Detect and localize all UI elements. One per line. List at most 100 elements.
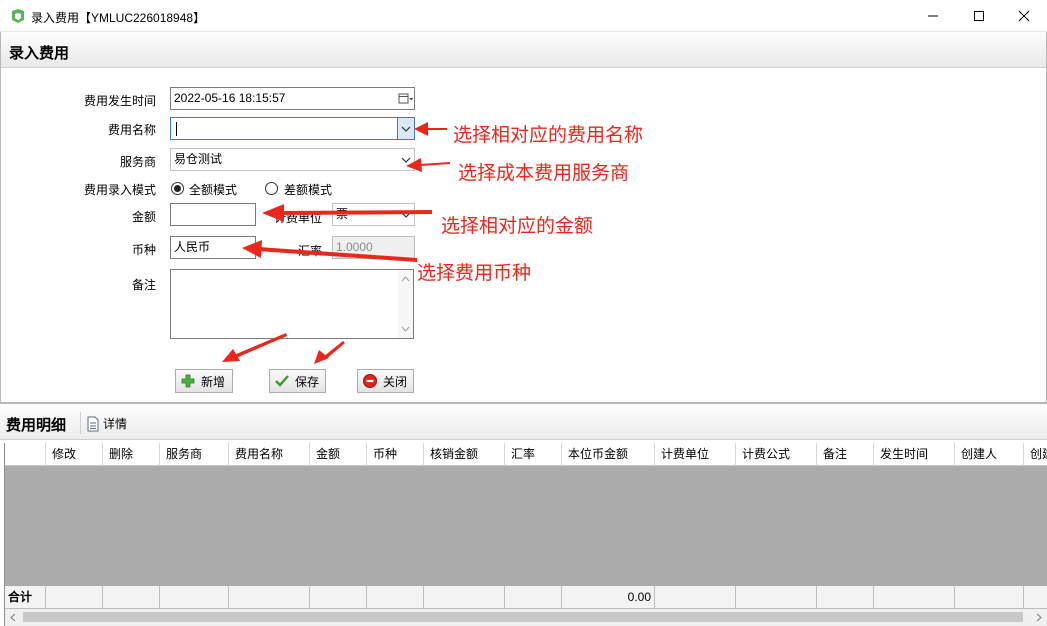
- footer-cell: [1024, 586, 1047, 609]
- column-header-currency[interactable]: 币种: [367, 443, 424, 466]
- footer-cell: [874, 586, 955, 609]
- currency-value: 人民币: [174, 240, 211, 254]
- close-window-button[interactable]: [1001, 0, 1047, 32]
- provider-combobox[interactable]: 易仓测试: [170, 148, 415, 171]
- close-button-label: 关闭: [383, 374, 408, 389]
- fee-name-dropdown-button[interactable]: [397, 118, 414, 139]
- annotation-fee-name: 选择相对应的费用名称: [453, 125, 644, 146]
- occur-time-picker[interactable]: 2022-05-16 18:15:57: [170, 87, 415, 110]
- column-header-indicator: [5, 443, 46, 466]
- annotation-provider: 选择成本费用服务商: [458, 163, 630, 184]
- occur-time-label: 费用发生时间: [83, 94, 156, 108]
- mode-diff-label: 差额模式: [284, 183, 333, 197]
- unit-label: 计费单位: [273, 211, 322, 225]
- amount-label: 金额: [131, 210, 156, 224]
- footer-cell: [229, 586, 310, 609]
- column-header-edit[interactable]: 修改: [46, 443, 103, 466]
- mode-full-radio[interactable]: [171, 182, 184, 195]
- annotation-currency: 选择费用币种: [417, 263, 532, 284]
- detail-panel-header: 费用明细 详情: [0, 403, 1047, 440]
- column-header-amount[interactable]: 金额: [310, 443, 367, 466]
- calendar-icon: [398, 93, 413, 103]
- stop-icon: [363, 374, 377, 388]
- checkmark-icon: [275, 375, 289, 387]
- scrollbar-thumb[interactable]: [23, 612, 1023, 622]
- close-button[interactable]: 关闭: [357, 369, 414, 393]
- footer-cell: [103, 586, 160, 609]
- currency-label: 币种: [131, 243, 156, 257]
- scroll-left-icon: [10, 613, 16, 622]
- remark-textarea[interactable]: [170, 269, 414, 339]
- remark-label: 备注: [131, 278, 156, 292]
- chevron-down-icon: [401, 126, 411, 132]
- column-header-writeoff-amount[interactable]: 核销金额: [424, 443, 505, 466]
- unit-value: 票: [336, 207, 349, 221]
- rate-label: 汇率: [297, 244, 322, 258]
- column-header-unit[interactable]: 计费单位: [655, 443, 736, 466]
- amount-input[interactable]: [170, 203, 256, 226]
- footer-cell: [955, 586, 1024, 609]
- footer-cell: [736, 586, 817, 609]
- footer-cell: [505, 586, 562, 609]
- footer-base-amount-total: 0.00: [562, 586, 655, 609]
- scroll-up-icon: [401, 276, 410, 282]
- grid-horizontal-scrollbar[interactable]: [5, 609, 1047, 626]
- add-button[interactable]: 新增: [175, 369, 233, 393]
- form-panel-header: 录入费用: [1, 32, 1046, 68]
- column-header-base-amount[interactable]: 本位币金额: [562, 443, 655, 466]
- footer-cell: [160, 586, 229, 609]
- footer-cell: [310, 586, 367, 609]
- rate-input: 1.0000: [332, 236, 415, 259]
- footer-cell: [817, 586, 874, 609]
- toolbar-separator: [80, 412, 81, 434]
- remark-scrollbar[interactable]: [398, 270, 413, 338]
- occur-time-value: 2022-05-16 18:15:57: [174, 91, 286, 105]
- close-icon: [1018, 10, 1030, 22]
- column-header-occur-time[interactable]: 发生时间: [874, 443, 955, 466]
- fee-detail-grid[interactable]: 修改 删除 服务商 费用名称 金额 币种 核销金额 汇率 本位币金额 计费单位 …: [4, 443, 1047, 626]
- column-header-created[interactable]: 创建: [1024, 443, 1047, 466]
- detail-panel-title: 费用明细: [6, 417, 67, 434]
- provider-label: 服务商: [119, 155, 156, 169]
- save-button[interactable]: 保存: [269, 369, 326, 393]
- scroll-down-icon: [401, 326, 410, 332]
- window-title: 录入费用【YMLUC226018948】: [31, 11, 206, 25]
- grid-footer-row: 合计 0.00: [5, 585, 1047, 609]
- rate-value: 1.0000: [336, 240, 373, 254]
- mode-diff-radio[interactable]: [265, 182, 278, 195]
- calendar-dropdown-button[interactable]: [397, 88, 414, 109]
- column-header-delete[interactable]: 删除: [103, 443, 160, 466]
- minimize-icon: [928, 15, 938, 17]
- column-header-rate[interactable]: 汇率: [505, 443, 562, 466]
- column-header-fee-name[interactable]: 费用名称: [229, 443, 310, 466]
- footer-cell: [655, 586, 736, 609]
- footer-cell: [424, 586, 505, 609]
- add-button-label: 新增: [201, 374, 226, 389]
- app-logo-icon: [12, 9, 24, 23]
- provider-dropdown-button[interactable]: [397, 149, 414, 170]
- chevron-down-icon: [401, 157, 410, 163]
- column-header-creator[interactable]: 创建人: [955, 443, 1024, 466]
- minimize-button[interactable]: [910, 0, 956, 32]
- detail-button-label: 详情: [103, 417, 128, 431]
- currency-combobox[interactable]: 人民币: [170, 236, 256, 259]
- scroll-right-icon: [1036, 613, 1042, 622]
- save-button-label: 保存: [295, 374, 320, 389]
- plus-icon: [181, 374, 195, 388]
- maximize-button[interactable]: [956, 0, 1002, 32]
- mode-label: 费用录入模式: [83, 183, 156, 197]
- title-bar: 录入费用【YMLUC226018948】: [0, 0, 1047, 32]
- form-panel-title: 录入费用: [9, 45, 70, 62]
- column-header-remark[interactable]: 备注: [817, 443, 874, 466]
- column-header-formula[interactable]: 计费公式: [736, 443, 817, 466]
- detail-button[interactable]: 详情: [86, 415, 127, 432]
- maximize-icon: [974, 11, 984, 21]
- grid-header-row: 修改 删除 服务商 费用名称 金额 币种 核销金额 汇率 本位币金额 计费单位 …: [5, 443, 1047, 466]
- fee-name-label: 费用名称: [107, 123, 156, 137]
- unit-combobox[interactable]: 票: [332, 203, 415, 226]
- fee-name-combobox[interactable]: [170, 117, 415, 140]
- mode-full-label: 全额模式: [189, 183, 238, 197]
- unit-dropdown-button[interactable]: [397, 204, 414, 225]
- chevron-down-icon: [401, 212, 410, 218]
- column-header-provider[interactable]: 服务商: [160, 443, 229, 466]
